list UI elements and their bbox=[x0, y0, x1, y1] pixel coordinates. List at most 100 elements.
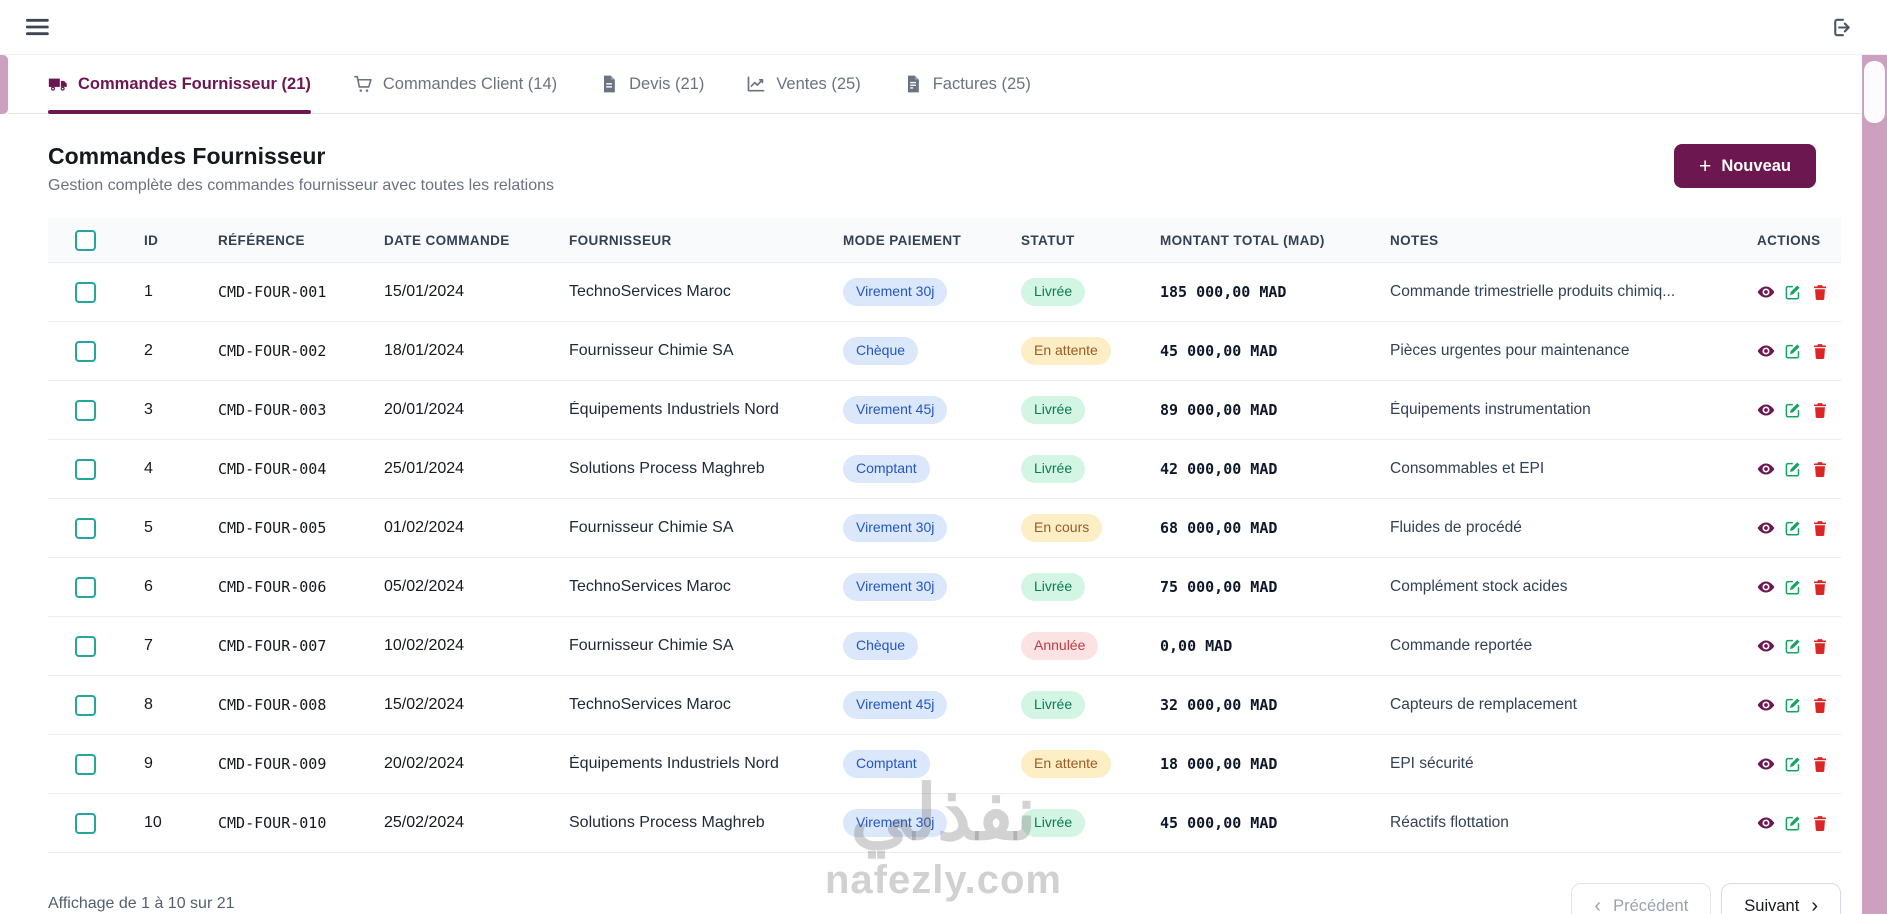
chart-line-icon bbox=[746, 74, 766, 94]
edit-icon[interactable] bbox=[1784, 696, 1802, 714]
new-button[interactable]: + Nouveau bbox=[1674, 144, 1816, 188]
orders-table: ID RÉFÉRENCE DATE COMMANDE FOURNISSEUR MODE … bbox=[48, 218, 1841, 853]
statut-badge: En cours bbox=[1021, 514, 1103, 542]
eye-icon[interactable] bbox=[1757, 814, 1775, 832]
edit-icon[interactable] bbox=[1784, 814, 1802, 832]
eye-icon[interactable] bbox=[1757, 342, 1775, 360]
logout-icon[interactable] bbox=[1830, 16, 1853, 39]
paiement-badge: Comptant bbox=[843, 750, 930, 778]
cell-fournisseur: Équipements Industriels Nord bbox=[569, 401, 779, 418]
cell-actions bbox=[1743, 283, 1841, 301]
tab-ventes[interactable]: Ventes (25) bbox=[746, 55, 861, 113]
eye-icon[interactable] bbox=[1757, 460, 1775, 478]
row-checkbox[interactable] bbox=[75, 694, 96, 716]
previous-button[interactable]: ‹ Précédent bbox=[1571, 883, 1712, 914]
row-checkbox-cell bbox=[48, 399, 130, 421]
next-button[interactable]: Suivant › bbox=[1721, 883, 1841, 914]
cell-montant-total: 42 000,00 MAD bbox=[1160, 460, 1278, 478]
table-row: 9 CMD-FOUR-009 20/02/2024 Équipements Indus… bbox=[48, 734, 1841, 793]
paiement-badge: Virement 45j bbox=[843, 396, 948, 424]
trash-icon[interactable] bbox=[1811, 755, 1829, 773]
column-header-date-commande: DATE COMMANDE bbox=[384, 232, 510, 248]
hamburger-icon[interactable] bbox=[26, 14, 52, 40]
eye-icon[interactable] bbox=[1757, 637, 1775, 655]
header-checkbox-cell bbox=[48, 229, 130, 251]
eye-icon[interactable] bbox=[1757, 519, 1775, 537]
trash-icon[interactable] bbox=[1811, 283, 1829, 301]
vertical-scrollbar-track[interactable] bbox=[1862, 55, 1887, 914]
eye-icon[interactable] bbox=[1757, 696, 1775, 714]
eye-icon[interactable] bbox=[1757, 401, 1775, 419]
eye-icon[interactable] bbox=[1757, 283, 1775, 301]
edit-icon[interactable] bbox=[1784, 342, 1802, 360]
document-icon bbox=[599, 74, 619, 94]
cell-fournisseur: TechnoServices Maroc bbox=[569, 696, 731, 713]
trash-icon[interactable] bbox=[1811, 814, 1829, 832]
row-checkbox[interactable] bbox=[75, 753, 96, 775]
row-checkbox[interactable] bbox=[75, 458, 96, 480]
cell-fournisseur: Fournisseur Chimie SA bbox=[569, 342, 734, 359]
row-checkbox-cell bbox=[48, 753, 130, 775]
edit-icon[interactable] bbox=[1784, 283, 1802, 301]
cell-actions bbox=[1743, 578, 1841, 596]
edit-icon[interactable] bbox=[1784, 460, 1802, 478]
cell-montant-total: 185 000,00 MAD bbox=[1160, 283, 1287, 301]
page-title: Commandes Fournisseur bbox=[48, 143, 326, 169]
row-checkbox[interactable] bbox=[75, 281, 96, 303]
trash-icon[interactable] bbox=[1811, 401, 1829, 419]
row-checkbox[interactable] bbox=[75, 517, 96, 539]
cell-mode-paiement: Virement 30j bbox=[829, 514, 1007, 542]
trash-icon[interactable] bbox=[1811, 460, 1829, 478]
statut-badge: Livrée bbox=[1021, 573, 1086, 601]
cell-date-commande: 01/02/2024 bbox=[384, 519, 465, 536]
page-title-block: Commandes Fournisseur Gestion complète d… bbox=[48, 143, 554, 195]
row-checkbox[interactable] bbox=[75, 635, 96, 657]
edit-icon[interactable] bbox=[1784, 519, 1802, 537]
paiement-badge: Comptant bbox=[843, 455, 930, 483]
row-checkbox-cell bbox=[48, 517, 130, 539]
edit-icon[interactable] bbox=[1784, 401, 1802, 419]
page-header: Commandes Fournisseur Gestion complète d… bbox=[48, 143, 1816, 195]
row-checkbox[interactable] bbox=[75, 399, 96, 421]
edit-icon[interactable] bbox=[1784, 578, 1802, 596]
eye-icon[interactable] bbox=[1757, 755, 1775, 773]
tab-factures[interactable]: Factures (25) bbox=[903, 55, 1031, 113]
select-all-checkbox[interactable] bbox=[75, 229, 96, 251]
row-checkbox[interactable] bbox=[75, 340, 96, 362]
table-row: 10 CMD-FOUR-010 25/02/2024 Solutions Proces… bbox=[48, 793, 1841, 852]
table-row: 7 CMD-FOUR-007 10/02/2024 Fournisseur Chimi… bbox=[48, 616, 1841, 675]
tab-label: Devis (21) bbox=[629, 74, 705, 93]
tab-devis[interactable]: Devis (21) bbox=[599, 55, 704, 113]
statut-badge: Livrée bbox=[1021, 691, 1086, 719]
cell-id: 3 bbox=[144, 401, 153, 418]
eye-icon[interactable] bbox=[1757, 578, 1775, 596]
vertical-scrollbar-thumb[interactable] bbox=[1864, 61, 1885, 123]
row-checkbox[interactable] bbox=[75, 812, 96, 834]
cell-statut: En attente bbox=[1007, 337, 1146, 365]
cell-mode-paiement: Virement 30j bbox=[829, 573, 1007, 601]
cell-fournisseur: Fournisseur Chimie SA bbox=[569, 519, 734, 536]
cell-montant-total: 45 000,00 MAD bbox=[1160, 342, 1278, 360]
cell-mode-paiement: Virement 30j bbox=[829, 278, 1007, 306]
tab-label: Ventes (25) bbox=[776, 74, 861, 93]
next-button-label: Suivant bbox=[1744, 896, 1800, 914]
cell-notes: Complément stock acides bbox=[1390, 578, 1568, 595]
trash-icon[interactable] bbox=[1811, 696, 1829, 714]
cart-icon bbox=[353, 74, 373, 94]
trash-icon[interactable] bbox=[1811, 578, 1829, 596]
column-header-notes: NOTES bbox=[1390, 232, 1439, 248]
invoice-icon bbox=[903, 74, 923, 94]
cell-id: 9 bbox=[144, 755, 153, 772]
cell-date-commande: 15/01/2024 bbox=[384, 283, 465, 300]
row-checkbox[interactable] bbox=[75, 576, 96, 598]
trash-icon[interactable] bbox=[1811, 637, 1829, 655]
tab-commandes-client[interactable]: Commandes Client (14) bbox=[353, 55, 557, 113]
cell-mode-paiement: Virement 30j bbox=[829, 809, 1007, 837]
trash-icon[interactable] bbox=[1811, 342, 1829, 360]
chevron-left-icon: ‹ bbox=[1594, 895, 1602, 914]
tabs-bar: Commandes Fournisseur (21) Commandes Clie… bbox=[8, 55, 1862, 114]
tab-commandes-fournisseur[interactable]: Commandes Fournisseur (21) bbox=[48, 55, 311, 114]
trash-icon[interactable] bbox=[1811, 519, 1829, 537]
edit-icon[interactable] bbox=[1784, 637, 1802, 655]
edit-icon[interactable] bbox=[1784, 755, 1802, 773]
